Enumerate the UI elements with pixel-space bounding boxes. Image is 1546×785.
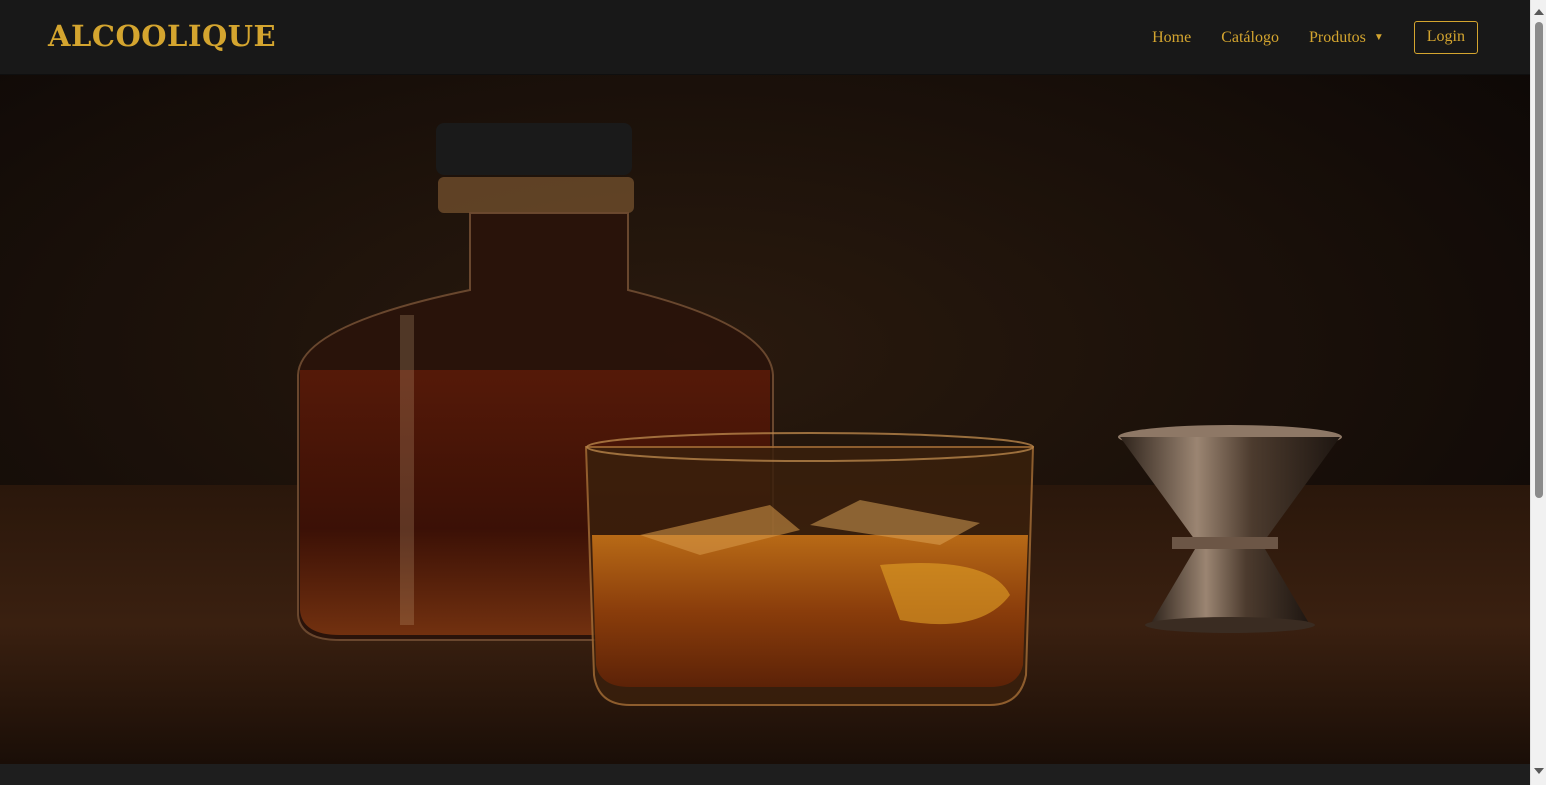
nav-catalog-link[interactable]: Catálogo — [1221, 29, 1279, 47]
caret-down-icon: ▼ — [1373, 32, 1384, 43]
nav-products-dropdown[interactable]: Produtos ▼ — [1309, 29, 1384, 47]
brand-logo[interactable]: ALCOOLIQUE — [48, 19, 276, 53]
hero-banner — [0, 75, 1530, 764]
footer-strip — [0, 764, 1530, 785]
scroll-up-icon[interactable] — [1534, 9, 1544, 15]
whiskey-glass — [584, 432, 1035, 706]
nav-products-label: Produtos — [1308, 28, 1366, 46]
scrollbar-thumb[interactable] — [1535, 22, 1543, 498]
top-navbar: ALCOOLIQUE Home Catálogo Produtos ▼ Logi… — [0, 0, 1530, 75]
hero-image — [0, 75, 1530, 764]
page-scrollbar[interactable] — [1530, 0, 1546, 785]
nav-home-link[interactable]: Home — [1152, 29, 1191, 47]
main-nav: Home Catálogo Produtos ▼ Login — [1152, 0, 1478, 75]
login-button[interactable]: Login — [1413, 21, 1478, 54]
scroll-down-icon[interactable] — [1534, 768, 1544, 774]
